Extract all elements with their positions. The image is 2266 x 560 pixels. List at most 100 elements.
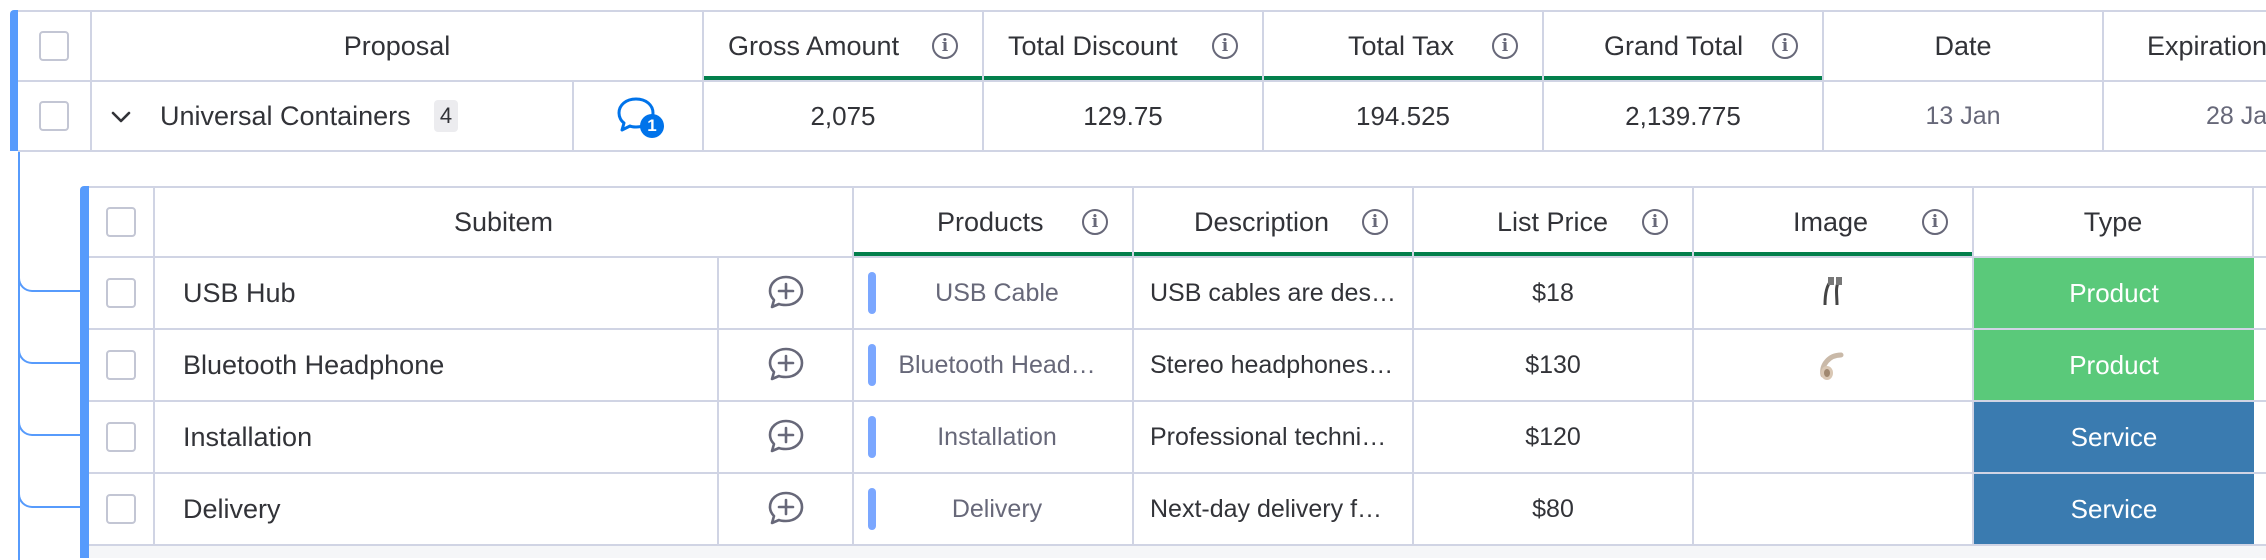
subitem-select-all-checkbox[interactable] (106, 207, 136, 237)
column-header-grand-total[interactable]: Grand Total i (1544, 12, 1824, 80)
column-header-gross-amount[interactable]: Gross Amount i (704, 12, 984, 80)
subitem-name[interactable]: Delivery (183, 494, 281, 525)
product-cell[interactable]: Installation (854, 402, 1134, 472)
chevron-down-icon[interactable] (110, 106, 132, 128)
row-select-cell (18, 82, 92, 150)
add-update-icon[interactable] (766, 345, 806, 385)
grand-total-cell[interactable]: 2,139.775 (1544, 82, 1824, 150)
product-cell[interactable]: Bluetooth Head… (854, 330, 1134, 400)
list-price-value: $130 (1525, 350, 1581, 379)
column-title: Description (1194, 206, 1330, 237)
product-link-bar (868, 488, 876, 530)
subitem-checkbox[interactable] (106, 494, 136, 524)
column-header-list-price[interactable]: List Price i (1414, 188, 1694, 256)
info-icon[interactable]: i (1922, 209, 1948, 235)
item-name[interactable]: Universal Containers (160, 101, 411, 132)
summary-underline (1694, 252, 1972, 256)
select-all-checkbox[interactable] (39, 31, 69, 61)
image-cell[interactable] (1694, 330, 1974, 400)
add-update-icon[interactable] (766, 489, 806, 529)
column-header-type[interactable]: Type (1974, 188, 2254, 256)
product-value[interactable]: Bluetooth Head… (898, 351, 1095, 380)
group-accent-bar (10, 10, 18, 151)
summary-underline (984, 76, 1262, 80)
gross-amount-cell[interactable]: 2,075 (704, 82, 984, 150)
column-header-total-tax[interactable]: Total Tax i (1264, 12, 1544, 80)
description-cell[interactable]: Next-day delivery f… (1134, 474, 1414, 544)
info-icon[interactable]: i (1772, 33, 1798, 59)
total-tax-cell[interactable]: 194.525 (1264, 82, 1544, 150)
subitem-name[interactable]: USB Hub (183, 278, 296, 309)
expiration-cell[interactable]: 28 Ja (2104, 82, 2266, 150)
subitem-updates-cell[interactable] (719, 330, 854, 400)
column-header-total-discount[interactable]: Total Discount i (984, 12, 1264, 80)
subitem-checkbox[interactable] (106, 278, 136, 308)
type-status-cell[interactable]: Product (1974, 258, 2254, 328)
type-status-cell[interactable]: Service (1974, 402, 2254, 472)
column-header-proposal[interactable]: Proposal (92, 12, 704, 80)
subitem-name[interactable]: Bluetooth Headphone (183, 350, 444, 381)
headphone-thumbnail-icon[interactable] (1815, 347, 1851, 383)
subitem-name-cell[interactable]: Installation (155, 402, 719, 472)
type-status-cell[interactable]: Service (1974, 474, 2254, 544)
date-cell[interactable]: 13 Jan (1824, 82, 2104, 150)
usb-cable-thumbnail-icon[interactable] (1815, 275, 1851, 311)
subitem-checkbox[interactable] (106, 350, 136, 380)
add-update-icon[interactable] (766, 417, 806, 457)
description-value: Professional techni… (1150, 422, 1387, 451)
image-cell[interactable] (1694, 258, 1974, 328)
subitem-accent-bar (80, 186, 89, 558)
description-cell[interactable]: Stereo headphones… (1134, 330, 1414, 400)
column-header-description[interactable]: Description i (1134, 188, 1414, 256)
product-link-bar (868, 272, 876, 314)
total-discount-cell[interactable]: 129.75 (984, 82, 1264, 150)
list-price-value: $18 (1532, 278, 1574, 307)
product-value[interactable]: Delivery (952, 495, 1042, 524)
description-cell[interactable]: Professional techni… (1134, 402, 1414, 472)
type-status-cell[interactable]: Product (1974, 330, 2254, 400)
image-cell[interactable] (1694, 474, 1974, 544)
description-cell[interactable]: USB cables are desi… (1134, 258, 1414, 328)
subitem-name-cell[interactable]: USB Hub (155, 258, 719, 328)
updates-cell[interactable]: 1 (574, 82, 704, 150)
info-icon[interactable]: i (1362, 209, 1388, 235)
info-icon[interactable]: i (1642, 209, 1668, 235)
column-header-date[interactable]: Date (1824, 12, 2104, 80)
subitem-updates-cell[interactable] (719, 402, 854, 472)
column-title: Type (2083, 206, 2143, 237)
column-header-image[interactable]: Image i (1694, 188, 1974, 256)
list-price-cell[interactable]: $120 (1414, 402, 1694, 472)
column-header-expiration[interactable]: Expiration (2104, 12, 2266, 80)
product-value[interactable]: Installation (937, 423, 1057, 452)
product-value[interactable]: USB Cable (935, 279, 1059, 308)
subitem-name-cell[interactable]: Delivery (155, 474, 719, 544)
subitem-checkbox[interactable] (106, 422, 136, 452)
subitem-name[interactable]: Installation (183, 422, 312, 453)
column-header-products[interactable]: Products i (854, 188, 1134, 256)
item-name-cell[interactable]: Universal Containers 4 (92, 82, 574, 150)
list-price-value: $80 (1532, 494, 1574, 523)
info-icon[interactable]: i (1082, 209, 1108, 235)
product-cell[interactable]: USB Cable (854, 258, 1134, 328)
total-tax-value: 194.525 (1356, 100, 1450, 131)
add-subitem-row[interactable] (89, 546, 2266, 558)
list-price-cell[interactable]: $130 (1414, 330, 1694, 400)
column-title: Grand Total (1604, 30, 1744, 61)
date-value: 13 Jan (1925, 101, 2001, 130)
list-price-cell[interactable]: $18 (1414, 258, 1694, 328)
subitem-updates-cell[interactable] (719, 474, 854, 544)
list-price-cell[interactable]: $80 (1414, 474, 1694, 544)
subitem-select-cell (89, 330, 155, 400)
description-value: Next-day delivery f… (1150, 494, 1383, 523)
add-update-icon[interactable] (766, 273, 806, 313)
subitem-name-cell[interactable]: Bluetooth Headphone (155, 330, 719, 400)
product-cell[interactable]: Delivery (854, 474, 1134, 544)
info-icon[interactable]: i (1212, 33, 1238, 59)
info-icon[interactable]: i (932, 33, 958, 59)
subitem-count-badge[interactable]: 4 (434, 100, 458, 132)
subitem-updates-cell[interactable] (719, 258, 854, 328)
row-checkbox[interactable] (39, 101, 69, 131)
info-icon[interactable]: i (1492, 33, 1518, 59)
column-header-subitem[interactable]: Subitem (155, 188, 854, 256)
image-cell[interactable] (1694, 402, 1974, 472)
